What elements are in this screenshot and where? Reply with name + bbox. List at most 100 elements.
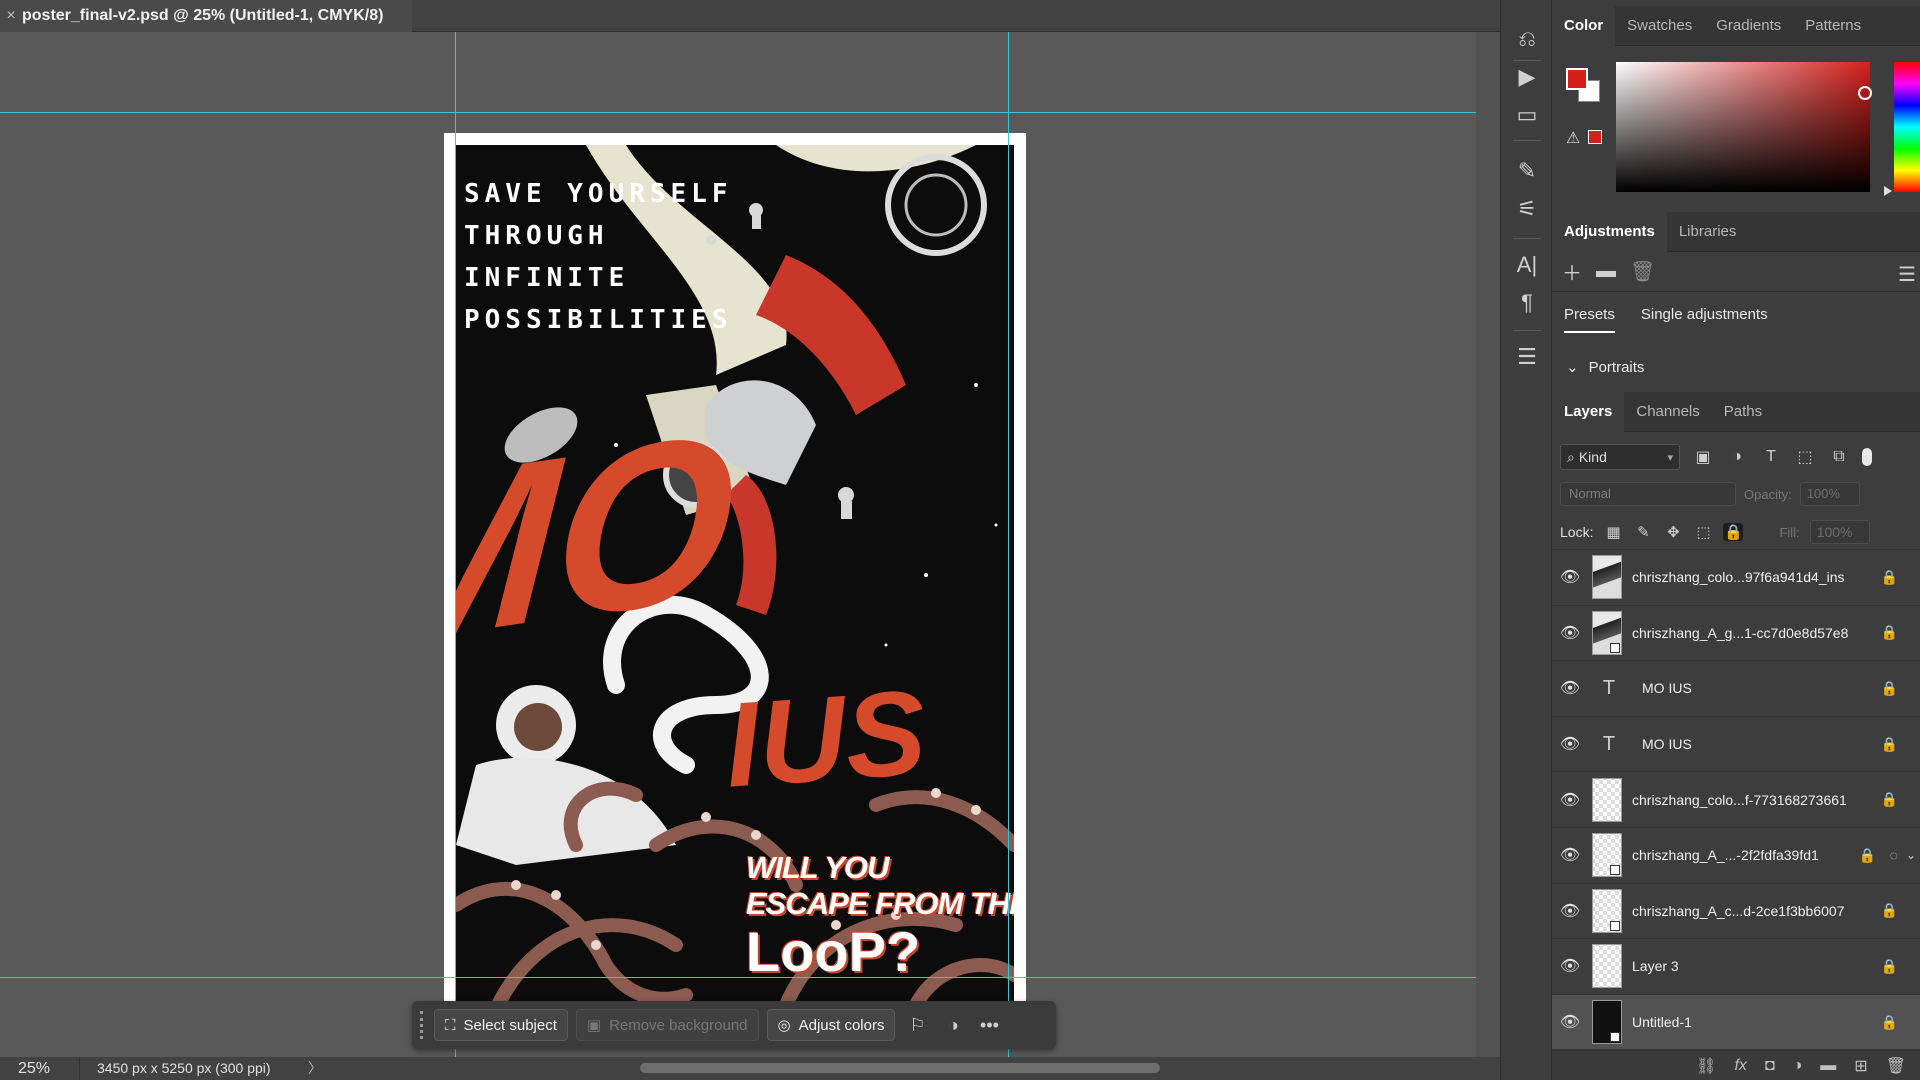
- filter-toggle[interactable]: [1862, 448, 1872, 466]
- visibility-eye-icon[interactable]: 👁: [1552, 901, 1588, 921]
- trash-icon[interactable]: 🗑: [1630, 259, 1655, 284]
- kind-filter-select[interactable]: ⌕ Kind ▾: [1560, 444, 1680, 470]
- gamut-swatch[interactable]: [1588, 130, 1602, 144]
- layer-name[interactable]: MO IUS: [1642, 680, 1692, 696]
- layer-row-selected[interactable]: 👁 Untitled-1 🔒: [1552, 993, 1920, 1050]
- visibility-eye-icon[interactable]: 👁: [1552, 790, 1588, 810]
- adjustment-circle-icon[interactable]: ◑: [939, 1009, 967, 1041]
- color-picker-cursor[interactable]: [1858, 86, 1872, 100]
- select-subject-button[interactable]: ⛶ Select subject: [434, 1009, 568, 1041]
- visibility-eye-icon[interactable]: 👁: [1552, 567, 1588, 587]
- lock-position-move-icon[interactable]: ✥: [1663, 523, 1683, 541]
- portraits-group[interactable]: ⌄ Portraits: [1566, 350, 1644, 384]
- mask-icon[interactable]: ⚐: [903, 1009, 931, 1041]
- horizontal-scrollbar[interactable]: [640, 1063, 1160, 1073]
- color-saturation-field[interactable]: [1616, 62, 1872, 192]
- guide-horizontal-top[interactable]: [0, 112, 1476, 113]
- canvas-area[interactable]: MO IUS SAVE YOURSELF THROUGH INFINITE PO…: [0, 32, 1476, 1057]
- panel-menu-icon[interactable]: ☰: [1898, 262, 1916, 287]
- layer-name[interactable]: MO IUS: [1642, 736, 1692, 752]
- visibility-eye-icon[interactable]: 👁: [1552, 734, 1588, 754]
- chevron-down-icon[interactable]: ⌄: [1906, 848, 1916, 862]
- zoom-level[interactable]: 25%: [0, 1057, 80, 1080]
- remove-background-button[interactable]: ▣ Remove background: [575, 1009, 759, 1041]
- tab-single-adjustments[interactable]: Single adjustments: [1641, 296, 1768, 333]
- visibility-eye-icon[interactable]: 👁: [1552, 845, 1588, 865]
- opacity-field[interactable]: 100%: [1799, 482, 1860, 506]
- new-adjustment-layer-icon[interactable]: ◑: [1793, 1057, 1803, 1075]
- poster-artwork[interactable]: MO IUS SAVE YOURSELF THROUGH INFINITE PO…: [456, 145, 1014, 1009]
- shape-filter-icon[interactable]: ⬚: [1794, 447, 1816, 467]
- add-icon[interactable]: ＋: [1562, 257, 1582, 286]
- tab-patterns[interactable]: Patterns: [1793, 6, 1873, 46]
- type-filter-icon[interactable]: T: [1760, 448, 1782, 466]
- layer-name[interactable]: chriszhang_colo...f-773168273661: [1632, 792, 1847, 808]
- tab-adjustments[interactable]: Adjustments: [1552, 211, 1667, 252]
- lock-transparency-icon[interactable]: ▦: [1603, 523, 1623, 541]
- layer-name[interactable]: chriszhang_A_g...1-cc7d0e8d57e8: [1632, 625, 1848, 641]
- properties-sliders-icon[interactable]: ☰: [1501, 340, 1553, 374]
- visibility-eye-icon[interactable]: 👁: [1552, 1012, 1588, 1032]
- add-mask-icon[interactable]: ◘: [1765, 1057, 1775, 1075]
- guide-horizontal-bottom[interactable]: [0, 977, 1476, 978]
- layer-name[interactable]: Layer 3: [1632, 958, 1679, 974]
- visibility-eye-icon[interactable]: 👁: [1552, 678, 1588, 698]
- tab-swatches[interactable]: Swatches: [1615, 6, 1704, 46]
- layer-row[interactable]: 👁 chriszhang_colo...f-773168273661 🔒: [1552, 771, 1920, 827]
- layer-name[interactable]: chriszhang_A_c...d-2ce1f3bb6007: [1632, 903, 1844, 919]
- poster-artboard[interactable]: MO IUS SAVE YOURSELF THROUGH INFINITE PO…: [444, 133, 1026, 1021]
- layer-name[interactable]: Untitled-1: [1632, 1014, 1692, 1030]
- actions-play-icon[interactable]: ▶: [1501, 60, 1553, 94]
- status-expand-icon[interactable]: 〉: [308, 1057, 322, 1080]
- hue-slider-handle[interactable]: [1884, 186, 1892, 196]
- tab-layers[interactable]: Layers: [1552, 391, 1625, 432]
- link-layers-icon[interactable]: ⛓: [1696, 1056, 1716, 1076]
- delete-layer-trash-icon[interactable]: 🗑: [1886, 1056, 1906, 1076]
- adjust-colors-button[interactable]: ◎ Adjust colors: [766, 1009, 896, 1041]
- layer-row[interactable]: 👁 Layer 3 🔒: [1552, 938, 1920, 994]
- brush-settings-icon[interactable]: ✎: [1501, 154, 1553, 188]
- folder-icon[interactable]: ▬: [1596, 260, 1616, 283]
- comments-icon[interactable]: ▭: [1501, 98, 1553, 132]
- close-tab-icon[interactable]: ×: [0, 7, 22, 25]
- foreground-color-swatch[interactable]: [1566, 68, 1588, 90]
- adjustment-filter-icon[interactable]: ◑: [1726, 448, 1748, 466]
- visibility-eye-icon[interactable]: 👁: [1552, 623, 1588, 643]
- guide-vertical-right[interactable]: [1008, 32, 1009, 1057]
- lock-all-icon[interactable]: 🔒: [1723, 523, 1744, 541]
- visibility-eye-icon[interactable]: 👁: [1552, 956, 1588, 976]
- tab-color[interactable]: Color: [1552, 5, 1616, 46]
- lock-pixels-brush-icon[interactable]: ✎: [1633, 523, 1653, 541]
- tab-gradients[interactable]: Gradients: [1704, 6, 1793, 46]
- tab-presets[interactable]: Presets: [1564, 296, 1615, 333]
- layer-name[interactable]: chriszhang_A_...-2f2fdfa39fd1: [1632, 847, 1819, 863]
- more-options-icon[interactable]: •••: [975, 1009, 1003, 1041]
- smart-object-filter-icon[interactable]: ⧉: [1828, 448, 1850, 466]
- tool-presets-icon[interactable]: ⚟: [1501, 192, 1553, 226]
- lock-artboard-icon[interactable]: ⬚: [1693, 523, 1713, 541]
- layer-effects-icon[interactable]: ◌: [1890, 847, 1898, 863]
- tab-libraries[interactable]: Libraries: [1667, 212, 1749, 252]
- layer-row[interactable]: 👁 T MO IUS 🔒: [1552, 715, 1920, 772]
- hue-slider[interactable]: [1894, 62, 1920, 192]
- fill-field[interactable]: 100%: [1809, 520, 1870, 544]
- layer-row[interactable]: 👁 chriszhang_colo...97f6a941d4_ins 🔒: [1552, 549, 1920, 605]
- tab-paths[interactable]: Paths: [1712, 392, 1774, 432]
- pixel-filter-icon[interactable]: ▣: [1692, 447, 1714, 467]
- paragraph-icon[interactable]: ¶: [1501, 286, 1553, 320]
- guide-vertical-left[interactable]: [455, 32, 456, 1057]
- document-tab[interactable]: × poster_final-v2.psd @ 25% (Untitled-1,…: [0, 0, 412, 32]
- taskbar-drag-handle[interactable]: [420, 1011, 426, 1039]
- new-layer-icon[interactable]: ⊞: [1854, 1056, 1867, 1076]
- layer-style-fx-icon[interactable]: fx: [1734, 1057, 1746, 1075]
- character-icon[interactable]: A|: [1501, 248, 1553, 282]
- layer-row[interactable]: 👁 chriszhang_A_g...1-cc7d0e8d57e8 🔒: [1552, 604, 1920, 661]
- layer-row[interactable]: 👁 chriszhang_A_...-2f2fdfa39fd1 🔒 ◌ ⌄: [1552, 826, 1920, 883]
- new-group-folder-icon[interactable]: ▬: [1820, 1057, 1836, 1075]
- tab-channels[interactable]: Channels: [1624, 392, 1711, 432]
- layer-row[interactable]: 👁 T MO IUS 🔒: [1552, 660, 1920, 716]
- layer-row[interactable]: 👁 chriszhang_A_c...d-2ce1f3bb6007 🔒: [1552, 882, 1920, 939]
- blend-mode-select[interactable]: Normal: [1560, 482, 1736, 506]
- layer-name[interactable]: chriszhang_colo...97f6a941d4_ins: [1632, 569, 1845, 585]
- history-icon[interactable]: ⎌: [1501, 22, 1553, 56]
